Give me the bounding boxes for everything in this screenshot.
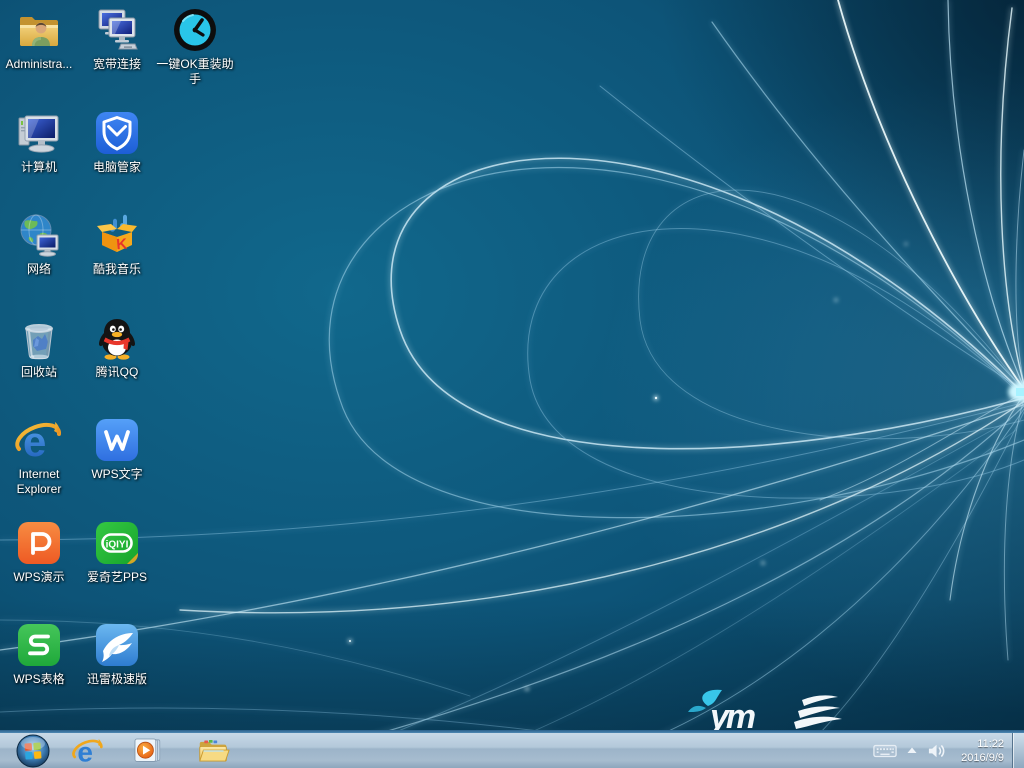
taskbar-item-windows-media-player[interactable] — [125, 733, 169, 768]
show-hidden-icons-button[interactable] — [906, 746, 918, 755]
computer-icon — [15, 109, 63, 157]
desktop-icon-recycle-bin[interactable]: 回收站 — [0, 314, 78, 380]
desktop-icon-pc-manager[interactable]: 电脑管家 — [78, 109, 156, 175]
wps-writer-icon — [93, 416, 141, 464]
tray-time: 11:22 — [961, 737, 1004, 751]
desktop-icon-label: 迅雷极速版 — [87, 672, 147, 687]
svg-text:K: K — [116, 236, 128, 254]
internet-explorer-icon: e — [15, 416, 63, 464]
desktop-icon-broadband-connection[interactable]: 宽带连接 — [78, 6, 156, 72]
desktop-icon-label: 宽带连接 — [93, 57, 141, 72]
iqiyi-logo-text: iQIYI — [106, 540, 129, 551]
user-folder-icon — [15, 6, 63, 54]
broadband-connection-icon — [93, 6, 141, 54]
network-globe-icon — [15, 211, 63, 259]
desktop-icon-label: WPS表格 — [13, 672, 64, 687]
desktop-icon-wps-presentation[interactable]: WPS演示 — [0, 519, 78, 585]
show-desktop-button[interactable] — [1012, 733, 1024, 768]
tray-clock[interactable]: 11:22 2016/9/9 — [961, 737, 1004, 765]
desktop-icon-label: WPS文字 — [91, 467, 142, 482]
start-button[interactable] — [10, 733, 56, 768]
system-tray: 11:22 2016/9/9 — [873, 733, 1024, 768]
desktop-icon-label: 爱奇艺PPS — [87, 570, 147, 585]
desktop-icon-label: WPS演示 — [13, 570, 64, 585]
internet-explorer-icon: e — [72, 735, 104, 767]
windows-start-orb-icon — [16, 734, 50, 768]
desktop-icon-administrator[interactable]: Administra... — [0, 6, 78, 72]
desktop-icon-network[interactable]: 网络 — [0, 211, 78, 277]
wps-spreadsheet-icon — [15, 621, 63, 669]
taskbar-item-windows-explorer[interactable] — [191, 733, 235, 768]
desktop-icon-wps-writer[interactable]: WPS文字 — [78, 416, 156, 482]
desktop-icon-onekey-ok-reinstall-assistant[interactable]: 一键OK重装助手 — [156, 6, 234, 87]
keyboard-input-indicator[interactable] — [873, 742, 897, 760]
desktop-icon-label: 酷我音乐 — [93, 262, 141, 277]
thunder-bird-icon — [93, 621, 141, 669]
desktop-icon-kuwo-music[interactable]: K 酷我音乐 — [78, 211, 156, 277]
windows-explorer-folder-icon — [197, 736, 230, 766]
keyboard-icon — [873, 742, 897, 760]
desktop-icon-label: 一键OK重装助手 — [156, 57, 234, 87]
taskbar: e — [0, 730, 1024, 768]
wps-presentation-icon — [15, 519, 63, 567]
desktop-icon-computer[interactable]: 计算机 — [0, 109, 78, 175]
windows-media-player-icon — [131, 735, 163, 767]
pc-manager-shield-icon — [93, 109, 141, 157]
desktop-icon-tencent-qq[interactable]: 腾讯QQ — [78, 314, 156, 380]
desktop-icon-wps-spreadsheet[interactable]: WPS表格 — [0, 621, 78, 687]
show-hidden-icons-arrow-icon — [906, 746, 918, 755]
taskbar-item-internet-explorer[interactable]: e — [66, 733, 110, 768]
svg-text:ym: ym — [708, 698, 755, 732]
desktop-icon-label: 回收站 — [21, 365, 57, 380]
kuwo-music-box-icon: K — [93, 211, 141, 259]
desktop-icon-label: Internet Explorer — [0, 467, 78, 497]
speaker-volume-icon — [927, 743, 948, 759]
desktop-icon-label: 电脑管家 — [93, 160, 141, 175]
desktop-icon-label: 计算机 — [21, 160, 57, 175]
iqiyi-pps-icon: iQIYI — [93, 519, 141, 567]
desktop-icon-label: 网络 — [27, 262, 51, 277]
desktop-icon-internet-explorer[interactable]: e Internet Explorer — [0, 416, 78, 497]
onekey-reinstall-clock-icon — [171, 6, 219, 54]
qq-penguin-icon — [93, 314, 141, 362]
desktop-icon-iqiyi-pps[interactable]: iQIYI 爱奇艺PPS — [78, 519, 156, 585]
recycle-bin-icon — [15, 314, 63, 362]
desktop-icon-label: Administra... — [6, 57, 73, 72]
tray-date: 2016/9/9 — [961, 751, 1004, 765]
volume-button[interactable] — [927, 743, 948, 759]
desktop-icon-label: 腾讯QQ — [96, 365, 139, 380]
desktop-background[interactable]: ym Administra... — [0, 0, 1024, 768]
desktop-icon-thunder[interactable]: 迅雷极速版 — [78, 621, 156, 687]
